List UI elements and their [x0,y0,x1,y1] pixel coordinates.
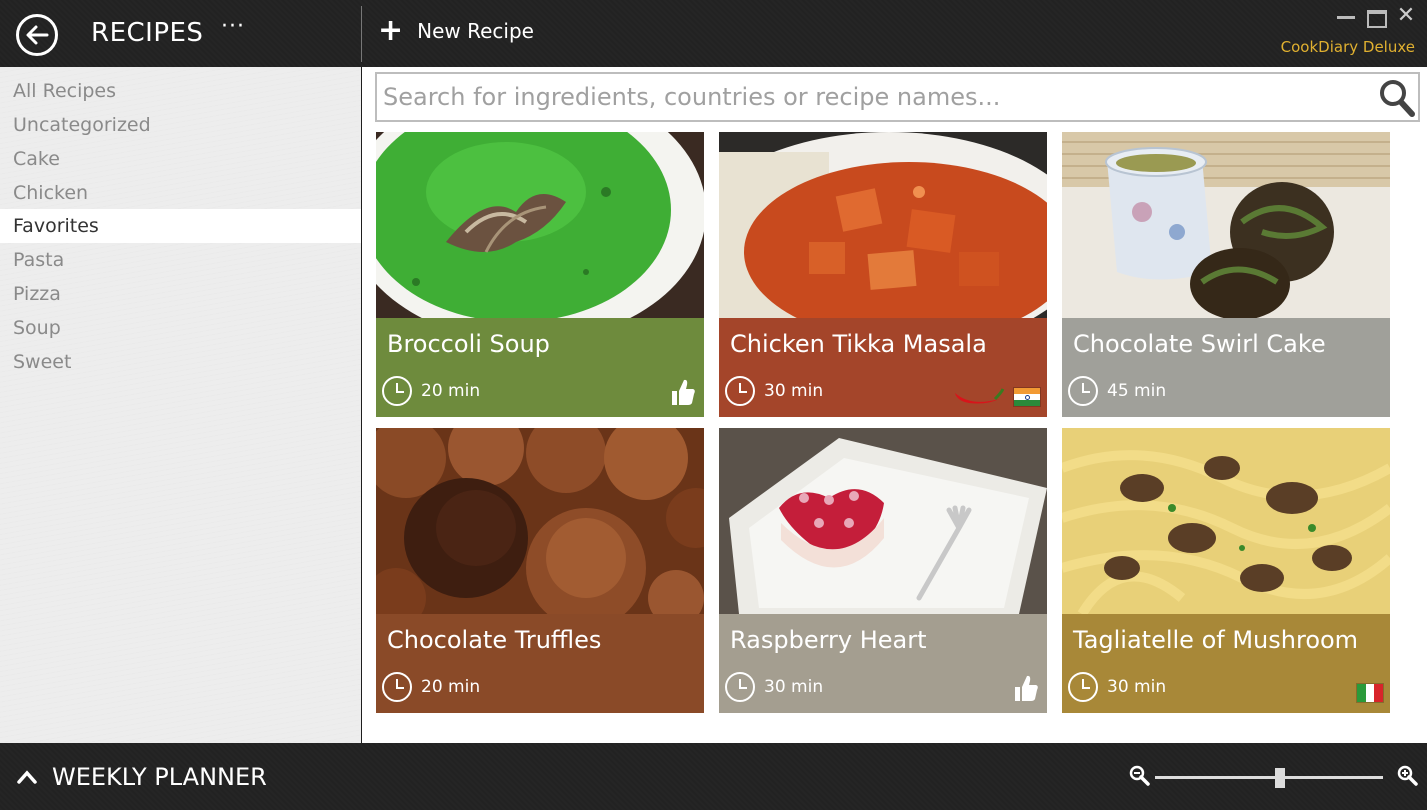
clock-icon [725,376,755,406]
bottom-bar: WEEKLY PLANNER [0,743,1427,810]
search-box [375,72,1420,122]
recipe-photo [719,428,1047,614]
cook-time-value: 30 min [1107,677,1167,697]
title-bar: RECIPES ··· + New Recipe ✕ CookDiary Del… [0,0,1427,67]
new-recipe-label: New Recipe [417,19,534,43]
cook-time: 20 min [382,672,480,702]
search-input[interactable] [383,82,1363,112]
zoom-slider-thumb[interactable] [1275,768,1286,788]
category-sidebar: All Recipes Uncategorized Cake Chicken F… [0,67,361,743]
cook-time: 20 min [382,376,480,406]
divider [361,6,362,62]
sidebar-item-cake[interactable]: Cake [0,142,361,176]
zoom-in-icon[interactable] [1397,765,1419,787]
cook-time-value: 45 min [1107,381,1167,401]
maximize-button[interactable] [1365,6,1387,28]
sidebar-item-uncategorized[interactable]: Uncategorized [0,108,361,142]
recipe-card-chocolate-swirl-cake[interactable]: Chocolate Swirl Cake 45 min [1062,132,1390,417]
cook-time: 45 min [1068,376,1166,406]
new-recipe-button[interactable]: + New Recipe [378,13,534,48]
more-options-button[interactable]: ··· [221,14,245,39]
sidebar-item-favorites[interactable]: Favorites [0,209,361,243]
thumbs-up-icon [672,379,695,405]
recipe-title: Chicken Tikka Masala [730,330,987,358]
sidebar-item-sweet[interactable]: Sweet [0,345,361,379]
recipe-title: Tagliatelle of Mushroom [1073,626,1359,654]
sidebar-item-soup[interactable]: Soup [0,311,361,345]
thumbs-up-icon [1015,675,1038,701]
india-flag-icon [1013,387,1041,407]
zoom-out-icon[interactable] [1129,765,1151,787]
sidebar-item-pasta[interactable]: Pasta [0,243,361,277]
recipe-info: Chocolate Truffles 20 min [376,614,704,713]
recipe-card-chocolate-truffles[interactable]: Chocolate Truffles 20 min [376,428,704,713]
recipe-photo [1062,428,1390,614]
cook-time-value: 20 min [421,381,481,401]
cook-time: 30 min [725,672,823,702]
recipe-photo [376,132,704,318]
recipe-info: Chocolate Swirl Cake 45 min [1062,318,1390,417]
recipe-info: Chicken Tikka Masala 30 min [719,318,1047,417]
recipe-info: Tagliatelle of Mushroom 30 min [1062,614,1390,713]
zoom-control [1129,765,1419,789]
sidebar-item-pizza[interactable]: Pizza [0,277,361,311]
recipe-card-raspberry-heart[interactable]: Raspberry Heart 30 min [719,428,1047,713]
recipe-card-broccoli-soup[interactable]: Broccoli Soup 20 min [376,132,704,417]
cook-time-value: 30 min [764,381,824,401]
back-arrow-icon [26,25,49,45]
weekly-planner-label: WEEKLY PLANNER [52,763,267,791]
recipe-title: Broccoli Soup [387,330,550,358]
recipe-info: Raspberry Heart 30 min [719,614,1047,713]
sidebar-item-chicken[interactable]: Chicken [0,176,361,210]
recipe-grid-area: Broccoli Soup 20 min Chicken Tikka Masal [362,67,1427,743]
cook-time: 30 min [1068,672,1166,702]
weekly-planner-toggle[interactable]: WEEKLY PLANNER [16,763,267,791]
clock-icon [382,672,412,702]
window-controls: ✕ [1335,5,1417,28]
recipe-info: Broccoli Soup 20 min [376,318,704,417]
recipe-photo [376,428,704,614]
page-title: RECIPES [91,18,204,48]
close-button[interactable]: ✕ [1395,5,1417,27]
recipe-photo [1062,132,1390,318]
clock-icon [725,672,755,702]
recipe-card-chicken-tikka-masala[interactable]: Chicken Tikka Masala 30 min [719,132,1047,417]
back-button[interactable] [16,14,58,56]
recipe-title: Raspberry Heart [730,626,927,654]
plus-icon: + [378,13,404,48]
cook-time-value: 20 min [421,677,481,697]
recipe-title: Chocolate Swirl Cake [1073,330,1326,358]
chevron-up-icon [17,770,37,784]
cook-time-value: 30 min [764,677,824,697]
chili-icon [955,388,1005,404]
app-name: CookDiary Deluxe [1280,38,1415,56]
zoom-slider-track[interactable] [1155,776,1383,779]
recipe-photo [719,132,1047,318]
search-icon[interactable] [1378,78,1416,118]
recipe-title: Chocolate Truffles [387,626,602,654]
clock-icon [382,376,412,406]
clock-icon [1068,672,1098,702]
italy-flag-icon [1356,683,1384,703]
clock-icon [1068,376,1098,406]
minimize-button[interactable] [1335,6,1357,26]
sidebar-item-all-recipes[interactable]: All Recipes [0,74,361,108]
recipe-card-tagliatelle-of-mushroom[interactable]: Tagliatelle of Mushroom 30 min [1062,428,1390,713]
cook-time: 30 min [725,376,823,406]
